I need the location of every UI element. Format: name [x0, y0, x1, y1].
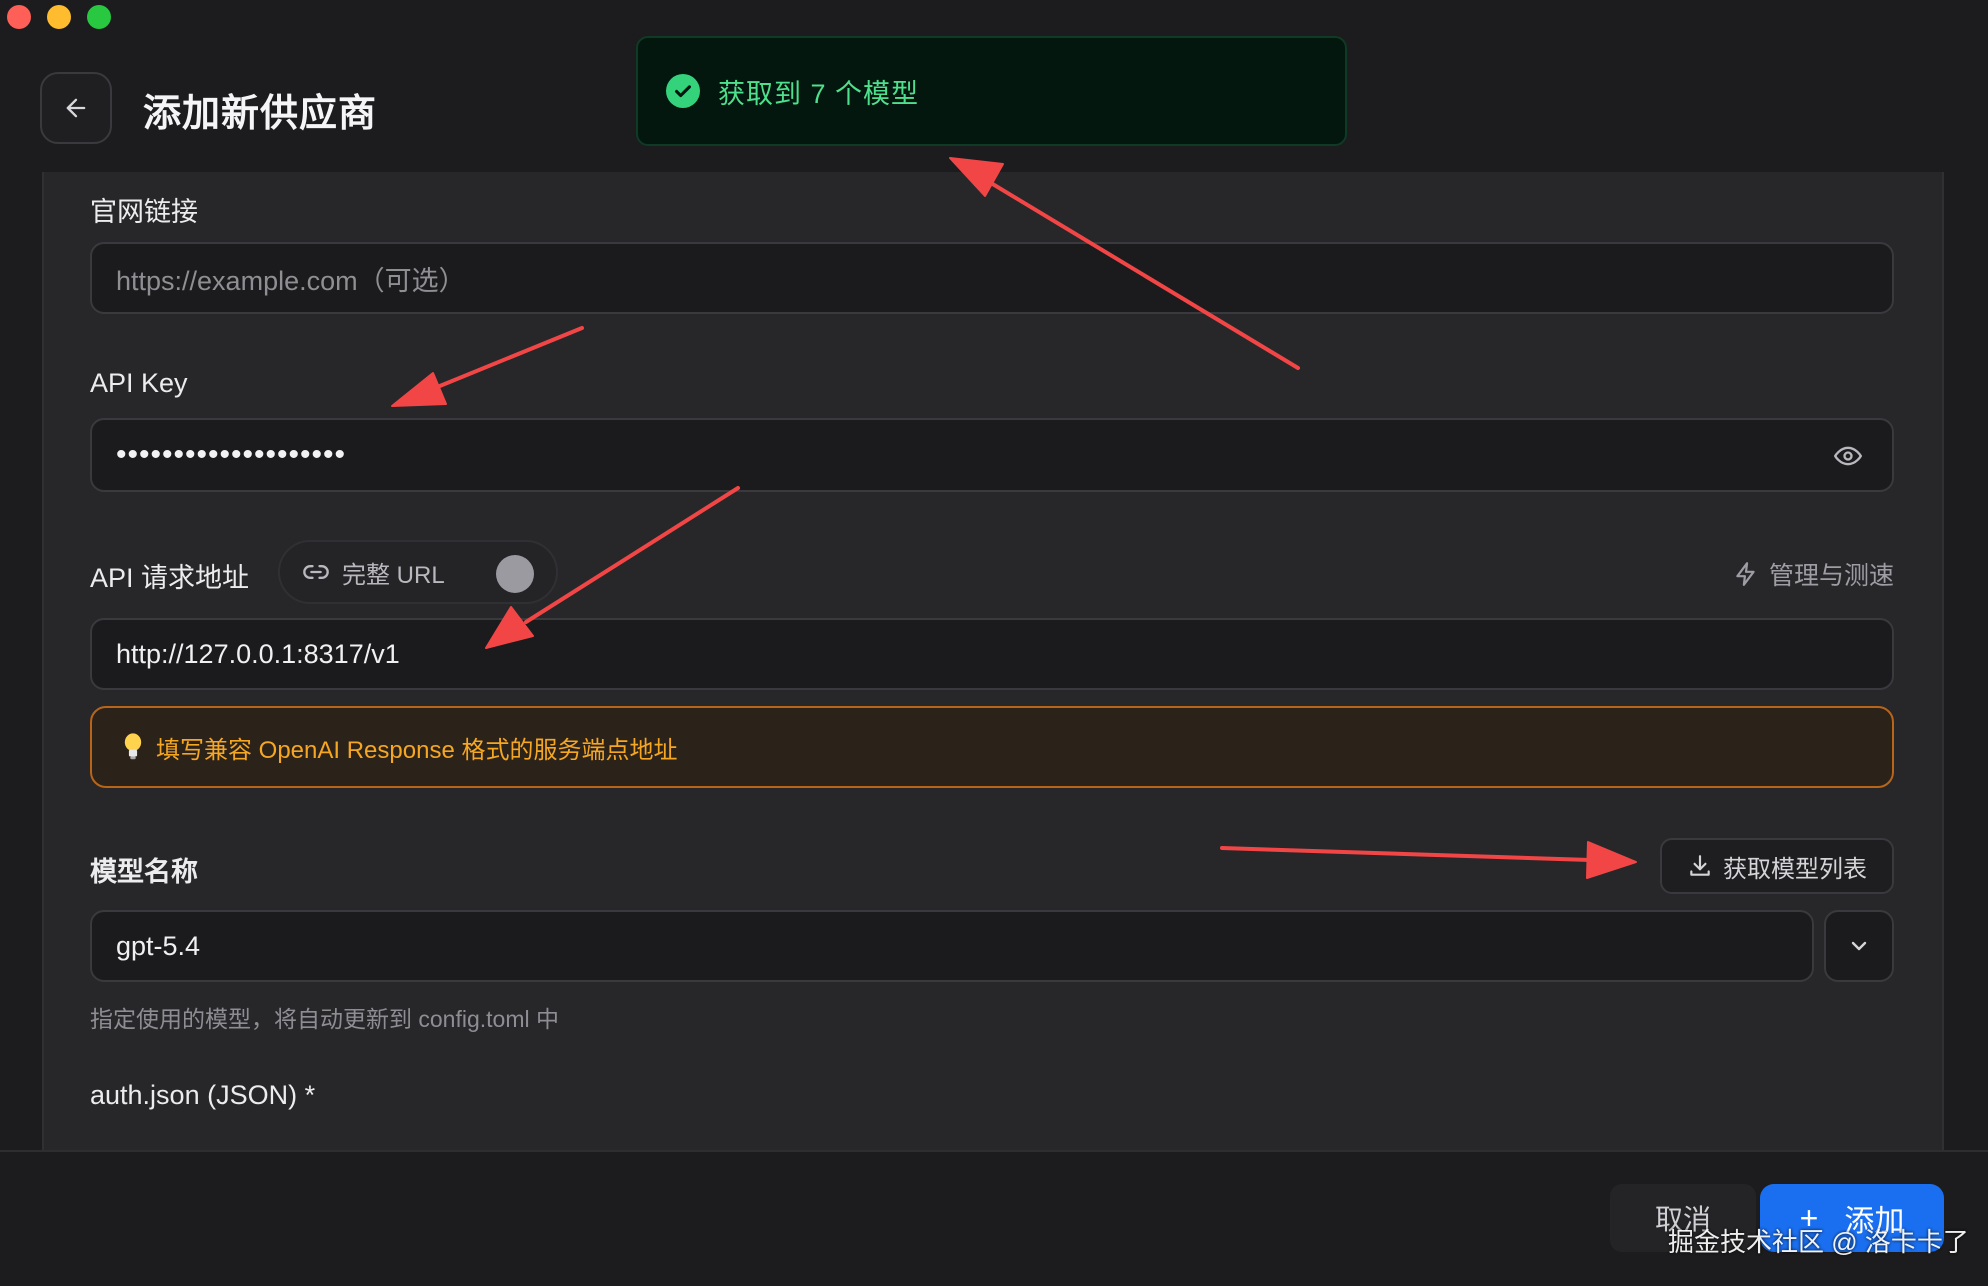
api-key-label: API Key — [90, 368, 188, 398]
close-window-button[interactable] — [7, 5, 31, 29]
model-helper-text: 指定使用的模型，将自动更新到 config.toml 中 — [90, 1006, 559, 1032]
full-url-switch[interactable] — [496, 555, 534, 593]
api-url-label: API 请求地址 — [90, 563, 250, 593]
website-label: 官网链接 — [90, 197, 198, 227]
fetch-model-list-button[interactable]: 获取模型列表 — [1660, 838, 1894, 894]
website-input[interactable]: https://example.com（可选） — [90, 242, 1894, 314]
check-circle-icon — [666, 74, 700, 108]
model-label: 模型名称 — [90, 857, 198, 887]
toast-message: 获取到 7 个模型 — [718, 78, 920, 109]
full-url-toggle[interactable]: 完整 URL — [278, 540, 558, 604]
website-placeholder: https://example.com（可选） — [116, 265, 466, 296]
watermark: 掘金技术社区 @ 洛卡卡了 — [1668, 1227, 1969, 1257]
api-url-value: http://127.0.0.1:8317/v1 — [116, 638, 400, 669]
api-key-value: •••••••••••••••••••• — [116, 438, 347, 471]
download-icon — [1690, 855, 1710, 876]
success-toast: 获取到 7 个模型 — [636, 36, 1347, 146]
model-dropdown-button[interactable] — [1824, 910, 1894, 982]
manage-speedtest-label: 管理与测速 — [1768, 562, 1894, 590]
back-button[interactable] — [40, 72, 112, 144]
api-url-hint-text: 填写兼容 OpenAI Response 格式的服务端点地址 — [156, 736, 678, 764]
api-key-input[interactable]: •••••••••••••••••••• — [90, 418, 1894, 492]
full-url-label: 完整 URL — [342, 561, 445, 589]
page-title: 添加新供应商 — [143, 93, 378, 135]
api-url-input[interactable]: http://127.0.0.1:8317/v1 — [90, 618, 1894, 690]
arrow-left-icon — [66, 98, 86, 118]
lightning-icon — [1736, 562, 1755, 586]
api-url-hint: 填写兼容 OpenAI Response 格式的服务端点地址 — [90, 706, 1894, 788]
chevron-down-icon — [1851, 941, 1867, 951]
manage-speedtest-link[interactable]: 管理与测速 — [1733, 556, 1894, 592]
app-window: 添加新供应商 获取到 7 个模型 官网链接 https://example.co… — [0, 0, 1988, 1286]
zoom-window-button[interactable] — [87, 5, 111, 29]
lightbulb-icon — [124, 733, 142, 760]
eye-icon[interactable] — [1832, 442, 1864, 477]
link-icon — [303, 565, 329, 579]
model-input[interactable]: gpt-5.4 — [90, 910, 1814, 982]
auth-json-label: auth.json (JSON) * — [90, 1080, 316, 1110]
model-value: gpt-5.4 — [116, 930, 201, 961]
minimize-window-button[interactable] — [47, 5, 71, 29]
fetch-model-list-label: 获取模型列表 — [1723, 855, 1867, 883]
